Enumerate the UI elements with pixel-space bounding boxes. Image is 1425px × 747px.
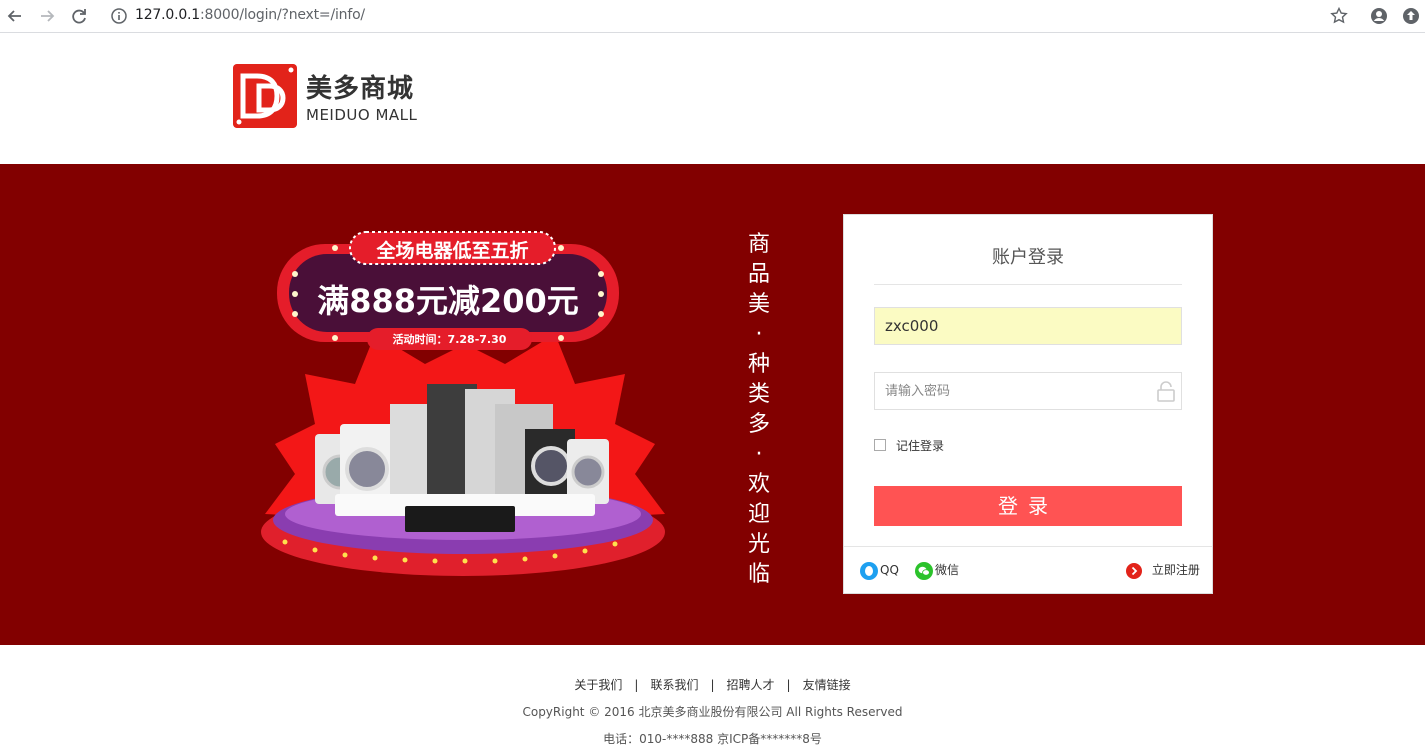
contact-info: 电话：010-****888 京ICP备*******8号 [603, 732, 822, 746]
forward-icon[interactable] [36, 5, 58, 27]
slogan-char: 美 [747, 292, 770, 317]
wechat-icon [915, 561, 933, 580]
footer-link-about[interactable]: 关于我们 [574, 678, 622, 692]
qq-label: QQ [880, 563, 899, 577]
logo-chinese-name: 美多商城 [306, 74, 415, 104]
qq-login-link[interactable]: QQ [860, 561, 899, 580]
login-form: 账户登录 记住登录 登录 QQ 微信 立即注册 [843, 214, 1213, 594]
site-footer: 关于我们 | 联系我们 | 招聘人才 | 友情链接 CopyRight © 2016 北京美… [0, 645, 1425, 747]
address-bar[interactable]: 127.0.0.1:8000/login/?next=/info/ [135, 7, 365, 23]
login-title: 账户登录 [874, 243, 1182, 285]
login-button[interactable]: 登录 [874, 486, 1182, 526]
profile-icon[interactable] [1369, 6, 1389, 26]
promo-period: 活动时间：7.28-7.30 [392, 333, 507, 346]
remember-checkbox[interactable] [874, 439, 886, 451]
copyright: CopyRight © 2016 北京美多商业股份有限公司 All Rights… [522, 705, 903, 719]
lock-icon [1155, 380, 1177, 402]
wechat-login-link[interactable]: 微信 [915, 561, 960, 580]
slogan-char: 多 [747, 412, 770, 437]
promo-badge-text: 全场电器低至五折 [376, 240, 529, 262]
footer-divider: | [786, 678, 791, 692]
footer-links: 关于我们 | 联系我们 | 招聘人才 | 友情链接 [0, 676, 1425, 693]
slogan-char: · [755, 442, 763, 467]
site-logo[interactable]: 美多商城 MEIDUO MALL [233, 64, 433, 130]
username-input[interactable] [874, 307, 1182, 345]
slogan-char: 类 [747, 382, 770, 407]
promo-headline: 满888元减200元 [317, 282, 579, 320]
url-path: :8000/login/?next=/info/ [200, 7, 365, 23]
logo-mark [233, 64, 297, 128]
slogan-char: 品 [747, 262, 770, 287]
site-info-icon[interactable] [109, 6, 129, 26]
vertical-slogan: 商 品 美 · 种 类 多 · 欢 迎 光 临 [744, 230, 774, 590]
slogan-char: 临 [747, 562, 770, 587]
slogan-char: · [755, 322, 763, 347]
bookmark-star-icon[interactable] [1329, 6, 1349, 26]
footer-divider: | [634, 678, 639, 692]
register-link[interactable]: 立即注册 [1126, 561, 1200, 579]
update-icon[interactable] [1401, 6, 1421, 26]
footer-link-friends[interactable]: 友情链接 [803, 678, 851, 692]
slogan-char: 欢 [747, 472, 770, 497]
slogan-char: 迎 [747, 502, 770, 527]
footer-divider: | [710, 678, 715, 692]
login-footer: QQ 微信 立即注册 [844, 546, 1212, 594]
register-label: 立即注册 [1151, 563, 1200, 577]
footer-link-careers[interactable]: 招聘人才 [727, 678, 775, 692]
site-header: 美多商城 MEIDUO MALL [0, 34, 1425, 164]
logo-english-name: MEIDUO MALL [306, 106, 418, 124]
slogan-char: 商 [747, 232, 770, 257]
wechat-label: 微信 [935, 563, 960, 577]
qq-icon [860, 561, 878, 580]
promo-image: 全场电器低至五折 满888元减200元 活动时间：7.28-7.30 [255, 224, 675, 584]
password-input[interactable] [874, 372, 1182, 410]
login-banner: 全场电器低至五折 满888元减200元 活动时间：7.28-7.30 商 品 美… [0, 164, 1425, 645]
slogan-char: 种 [747, 352, 770, 377]
browser-toolbar: 127.0.0.1:8000/login/?next=/info/ [0, 0, 1425, 33]
arrow-right-icon [1126, 562, 1142, 579]
back-icon[interactable] [4, 5, 26, 27]
reload-icon[interactable] [68, 5, 90, 27]
url-host: 127.0.0.1 [135, 7, 200, 23]
slogan-char: 光 [747, 532, 770, 557]
footer-link-contact[interactable]: 联系我们 [650, 678, 698, 692]
remember-label: 记住登录 [896, 439, 945, 453]
